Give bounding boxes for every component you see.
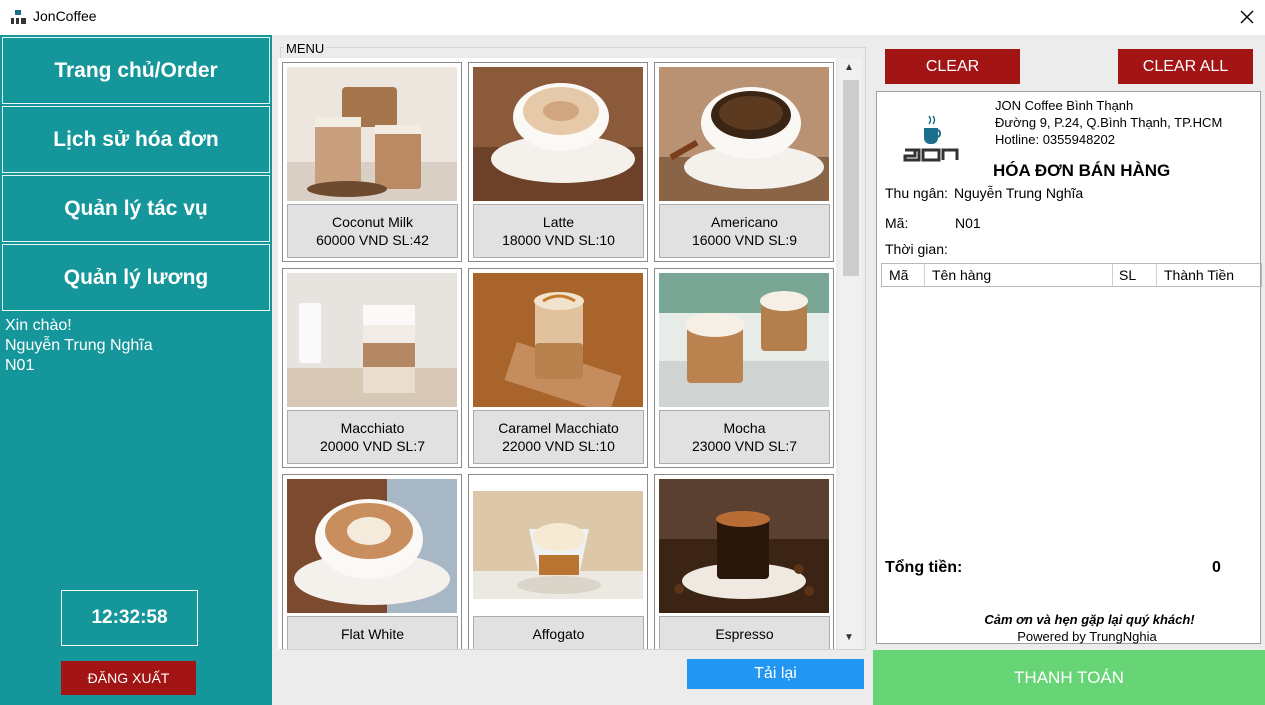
cashier-label: Thu ngân: (885, 185, 949, 201)
product-card-espresso[interactable]: Espresso (654, 474, 834, 649)
shop-info: JON Coffee Bình Thạnh Đường 9, P.24, Q.B… (995, 97, 1222, 148)
product-card-macchiato[interactable]: Macchiato 20000 VND SL:7 (282, 268, 462, 468)
product-name: Coconut Milk (332, 214, 413, 230)
product-image (473, 67, 643, 201)
product-image (659, 67, 829, 201)
reload-button[interactable]: Tải lại (687, 659, 864, 689)
product-info: Mocha 23000 VND SL:7 (659, 410, 830, 464)
product-image (659, 273, 829, 407)
menu-scrollbar[interactable]: ▲ ▼ (838, 58, 862, 649)
invoice-code: N01 (955, 215, 981, 231)
product-info: Americano 16000 VND SL:9 (659, 204, 830, 258)
clear-all-button[interactable]: CLEAR ALL (1118, 49, 1253, 84)
shop-address: Đường 9, P.24, Q.Bình Thạnh, TP.HCM (995, 115, 1223, 130)
code-label: Mã: (885, 215, 909, 231)
scroll-up-icon[interactable]: ▲ (844, 62, 854, 73)
product-card-americano[interactable]: Americano 16000 VND SL:9 (654, 62, 834, 262)
product-price-qty: 23000 VND SL:7 (691, 438, 798, 454)
product-info: Flat White (287, 616, 458, 649)
product-price-qty: 20000 VND SL:7 (319, 438, 426, 454)
close-button[interactable] (1229, 0, 1265, 34)
product-card-flat-white[interactable]: Flat White (282, 474, 462, 649)
pay-button[interactable]: THANH TOÁN (873, 650, 1265, 705)
time-label: Thời gian: (885, 241, 948, 257)
product-name: Mocha (723, 420, 766, 436)
product-image (659, 479, 829, 613)
clock: 12:32:58 (61, 590, 198, 646)
product-card-mocha[interactable]: Mocha 23000 VND SL:7 (654, 268, 834, 468)
invoice-area: CLEAR CLEAR ALL JON Coffee Bình Thạnh Đư… (872, 35, 1265, 705)
scroll-down-icon[interactable]: ▼ (844, 632, 854, 643)
nav-invoice-history[interactable]: Lịch sử hóa đơn (2, 106, 270, 173)
window-title: JonCoffee (33, 8, 97, 24)
product-info: Affogato (473, 616, 644, 649)
powered-by: Powered by TrungNghia (1017, 629, 1157, 644)
product-card-latte[interactable]: Latte 18000 VND SL:10 (468, 62, 648, 262)
user-code: N01 (5, 357, 35, 374)
product-card-caramel-macchiato[interactable]: Caramel Macchiato 22000 VND SL:10 (468, 268, 648, 468)
clear-button[interactable]: CLEAR (885, 49, 1020, 84)
greeting-text: Xin chào! (5, 317, 72, 334)
col-separator (1156, 264, 1157, 286)
product-price-qty: 18000 VND SL:10 (502, 232, 615, 248)
shop-logo-icon (903, 115, 959, 162)
total-label: Tổng tiền: (885, 559, 963, 576)
product-name: Macchiato (340, 420, 405, 436)
shop-name: JON Coffee Bình Thạnh (995, 98, 1134, 113)
product-price-qty: 60000 VND SL:42 (316, 232, 429, 248)
nav-salary-management[interactable]: Quản lý lương (2, 244, 270, 311)
total-value: 0 (1212, 559, 1221, 576)
product-card-coconut-milk[interactable]: Coconut Milk 60000 VND SL:42 (282, 62, 462, 262)
product-price-qty: 22000 VND SL:10 (502, 438, 615, 454)
thank-you-text: Cảm ơn và hẹn gặp lại quý khách! (984, 612, 1195, 627)
nav-home-order[interactable]: Trang chủ/Order (2, 37, 270, 104)
product-card-affogato[interactable]: Affogato (468, 474, 648, 649)
product-info: Macchiato 20000 VND SL:7 (287, 410, 458, 464)
menu-area: MENU Coconut Milk 60000 VND SL:42 Latte … (272, 35, 872, 705)
product-info: Latte 18000 VND SL:10 (473, 204, 644, 258)
user-name: Nguyễn Trung Nghĩa (5, 337, 153, 354)
product-info: Coconut Milk 60000 VND SL:42 (287, 204, 458, 258)
app-logo-icon (11, 10, 26, 24)
product-image (473, 479, 643, 613)
menu-legend: MENU (284, 41, 327, 56)
title-bar: JonCoffee (0, 0, 1265, 34)
col-code: Mã (889, 267, 909, 283)
product-name: Caramel Macchiato (498, 420, 619, 436)
sidebar: Trang chủ/Order Lịch sử hóa đơn Quản lý … (0, 35, 272, 705)
cashier-name: Nguyễn Trung Nghĩa (954, 185, 1084, 201)
menu-panel[interactable]: Coconut Milk 60000 VND SL:42 Latte 18000… (278, 58, 836, 649)
product-name: Espresso (715, 626, 774, 642)
product-image (473, 273, 643, 407)
product-name: Americano (711, 214, 778, 230)
col-amount: Thành Tiền (1164, 267, 1235, 283)
col-separator (1112, 264, 1113, 286)
close-icon (1240, 10, 1254, 24)
user-greeting: Xin chào! Nguyễn Trung Nghĩa N01 (5, 316, 153, 376)
col-qty: SL (1119, 267, 1137, 283)
scroll-thumb[interactable] (843, 80, 859, 276)
product-name: Latte (542, 214, 575, 230)
invoice-table-header: Mã Tên hàng SL Thành Tiền (881, 263, 1262, 287)
col-separator (924, 264, 925, 286)
product-info: Espresso (659, 616, 830, 649)
invoice-title: HÓA ĐƠN BÁN HÀNG (993, 161, 1171, 180)
nav-task-management[interactable]: Quản lý tác vụ (2, 175, 270, 242)
product-price-qty: 16000 VND SL:9 (691, 232, 798, 248)
product-name: Flat White (340, 626, 404, 642)
shop-hotline: Hotline: 0355948202 (995, 132, 1115, 147)
col-item-name: Tên hàng (932, 267, 992, 283)
product-image (287, 479, 457, 613)
product-image (287, 67, 457, 201)
invoice-receipt: JON Coffee Bình Thạnh Đường 9, P.24, Q.B… (876, 91, 1262, 644)
product-name: Affogato (532, 626, 585, 642)
product-info: Caramel Macchiato 22000 VND SL:10 (473, 410, 644, 464)
logout-button[interactable]: ĐĂNG XUẤT (61, 661, 196, 695)
product-image (287, 273, 457, 407)
